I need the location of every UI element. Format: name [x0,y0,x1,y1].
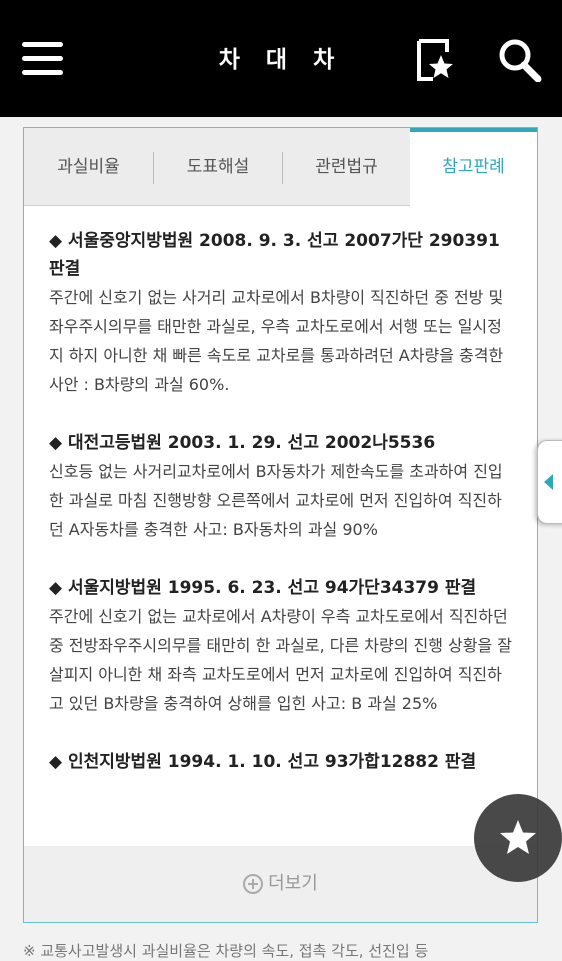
case-item: ◆ 서울중앙지방법원 2008. 9. 3. 선고 2007가단 290391 … [49,227,515,399]
tab-bar: 과실비율 도표해설 관련법규 참고판례 [24,128,537,206]
side-drawer-handle[interactable] [537,440,562,524]
tab-diagram-explanation[interactable]: 도표해설 [154,128,282,206]
case-list: ◆ 서울중앙지방법원 2008. 9. 3. 선고 2007가단 290391 … [24,206,537,846]
triangle-left-icon [544,474,553,490]
plus-circle-icon [243,874,264,894]
bookmark-star-icon[interactable] [413,38,457,82]
content-panel: 과실비율 도표해설 관련법규 참고판례 ◆ 서울중앙지방법원 2008. 9. … [23,127,538,923]
tab-reference-cases[interactable]: 참고판례 [410,128,537,206]
case-title: ◆ 대전고등법원 2003. 1. 29. 선고 2002나5536 [49,433,436,453]
case-title: ◆ 서울지방법원 1995. 6. 23. 선고 94가단34379 판결 [49,578,477,598]
star-icon [500,820,536,854]
more-button-label: 더보기 [268,873,318,894]
case-item: ◆ 서울지방법원 1995. 6. 23. 선고 94가단34379 판결 주간… [49,574,515,718]
case-body: 주간에 신호기 없는 사거리 교차로에서 B차량이 직진하던 중 전방 및 좌우… [49,288,504,394]
case-item: ◆ 대전고등법원 2003. 1. 29. 선고 2002나5536 신호등 없… [49,429,515,544]
page-title: 차 대 차 [218,47,344,73]
case-item: ◆ 인천지방법원 1994. 1. 10. 선고 93가합12882 판결 [49,748,515,776]
search-icon[interactable] [497,38,543,83]
case-body: 주간에 신호기 없는 교차로에서 A차량이 우측 교차도로에서 직진하던 중 전… [49,607,513,713]
favorite-floating-button[interactable] [474,794,562,882]
case-body: 신호등 없는 사거리교차로에서 B자동차가 제한속도를 초과하여 진입한 과실로… [49,462,503,539]
tab-related-laws[interactable]: 관련법규 [283,128,410,206]
tab-fault-ratio[interactable]: 과실비율 [24,128,153,206]
top-app-bar: 차 대 차 [0,0,562,117]
case-title: ◆ 인천지방법원 1994. 1. 10. 선고 93가합12882 판결 [49,752,477,772]
footnote-text: ※ 교통사고발생시 과실비율은 차량의 속도, 접촉 각도, 선진입 등 [23,942,429,960]
more-button[interactable]: 더보기 [24,846,537,922]
case-title: ◆ 서울중앙지방법원 2008. 9. 3. 선고 2007가단 290391 … [49,231,500,279]
